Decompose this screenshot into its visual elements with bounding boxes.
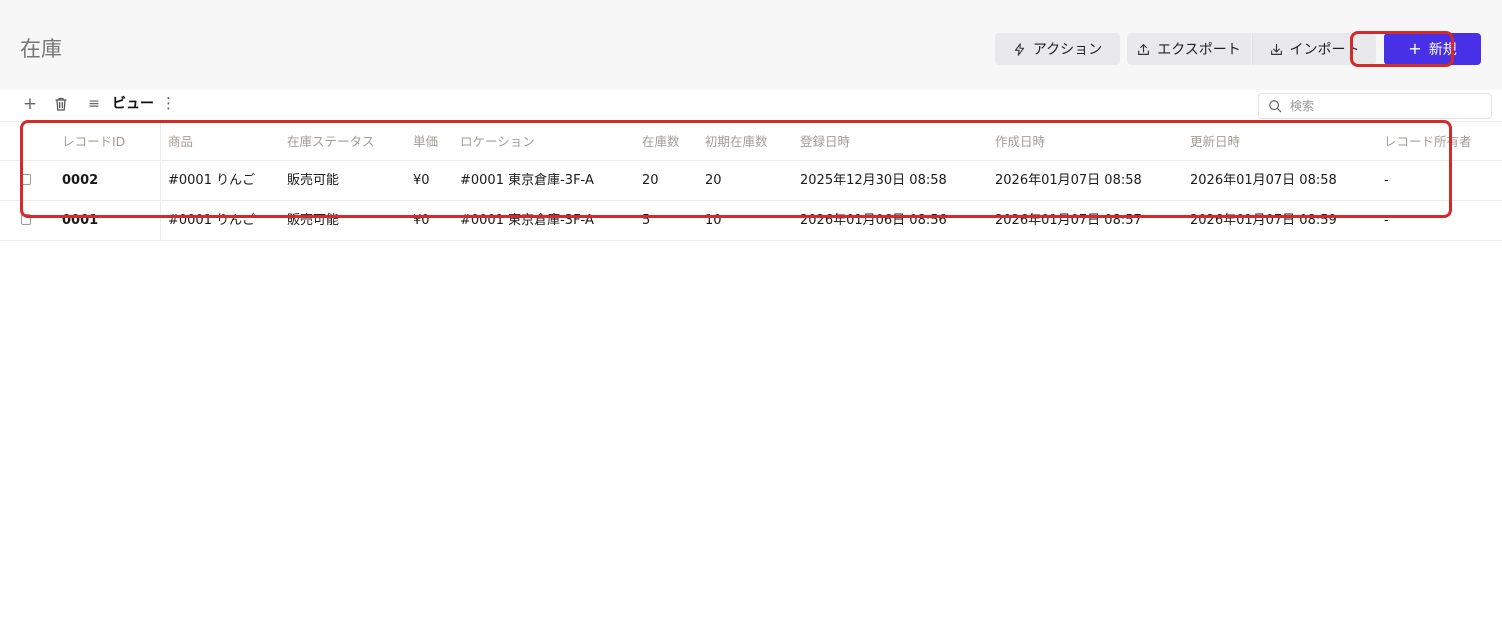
import-button[interactable]: インポート: [1252, 33, 1376, 65]
trash-icon[interactable]: [51, 94, 71, 114]
lightning-icon: [1014, 42, 1024, 56]
column-divider: [160, 122, 161, 162]
cell-updated-at: 2026年01月07日 08:58: [1190, 173, 1337, 188]
cell-product[interactable]: #0001 りんご: [168, 201, 255, 241]
column-header-price[interactable]: 単価: [413, 122, 438, 162]
action-button[interactable]: アクション: [995, 33, 1120, 65]
cell-registered-at: 2025年12月30日 08:58: [800, 173, 947, 188]
search-input[interactable]: [1290, 99, 1480, 113]
table-row[interactable]: 0001 #0001 りんご 販売可能 ¥0 #0001 東京倉庫-3F-A 5…: [0, 201, 1502, 241]
column-header-stock[interactable]: 在庫数: [642, 122, 680, 162]
column-header-product[interactable]: 商品: [168, 122, 193, 162]
page-header: 在庫 アクション エクスポート インポート + 新規: [0, 0, 1502, 90]
table-row[interactable]: 0002 #0001 りんご 販売可能 ¥0 #0001 東京倉庫-3F-A 2…: [0, 161, 1502, 201]
list-icon[interactable]: ≡: [84, 94, 104, 114]
view-toolbar: + ≡ ビュー ⋮: [0, 90, 1502, 122]
search-box[interactable]: [1258, 93, 1492, 119]
cell-created-at: 2026年01月07日 08:57: [995, 213, 1142, 228]
search-icon: [1269, 100, 1282, 113]
column-header-record-id[interactable]: レコードID: [62, 122, 125, 162]
column-divider: [160, 201, 161, 241]
cell-owner: -: [1384, 213, 1389, 228]
cell-status: 販売可能: [287, 173, 340, 188]
column-divider: [160, 161, 161, 201]
row-checkbox[interactable]: [21, 174, 31, 185]
cell-created-at: 2026年01月07日 08:58: [995, 173, 1142, 188]
column-header-status[interactable]: 在庫ステータス: [287, 122, 375, 162]
column-header-initial-stock[interactable]: 初期在庫数: [705, 122, 768, 162]
cell-updated-at: 2026年01月07日 08:59: [1190, 213, 1337, 228]
column-header-owner[interactable]: レコード所有者: [1384, 122, 1472, 162]
export-button[interactable]: エクスポート: [1127, 33, 1251, 65]
cell-record-id[interactable]: 0001: [62, 201, 98, 241]
upload-icon: [1138, 43, 1150, 55]
download-icon: [1270, 43, 1282, 55]
cell-status: 販売可能: [287, 213, 340, 228]
import-button-label: インポート: [1289, 42, 1360, 58]
cell-location[interactable]: #0001 東京倉庫-3F-A: [460, 161, 594, 201]
plus-icon: +: [1408, 39, 1422, 58]
cell-registered-at: 2026年01月06日 08:56: [800, 213, 947, 228]
column-header-location[interactable]: ロケーション: [460, 122, 535, 162]
cell-initial-stock: 10: [705, 213, 722, 228]
page-title: 在庫: [20, 37, 62, 61]
inventory-table: レコードID 商品 在庫ステータス 単価 ロケーション 在庫数 初期在庫数 登録…: [0, 121, 1502, 241]
export-button-label: エクスポート: [1157, 42, 1241, 58]
cell-stock: 5: [642, 213, 651, 228]
cell-record-id[interactable]: 0002: [62, 161, 98, 201]
action-button-label: アクション: [1032, 42, 1103, 58]
new-button[interactable]: + 新規: [1384, 33, 1481, 65]
column-header-updated-at[interactable]: 更新日時: [1190, 122, 1240, 162]
column-header-registered-at[interactable]: 登録日時: [800, 122, 850, 162]
cell-price: ¥0: [413, 213, 430, 228]
cell-price: ¥0: [413, 173, 430, 188]
column-header-created-at[interactable]: 作成日時: [995, 122, 1045, 162]
cell-location[interactable]: #0001 東京倉庫-3F-A: [460, 201, 594, 241]
table-header-row: レコードID 商品 在庫ステータス 単価 ロケーション 在庫数 初期在庫数 登録…: [0, 121, 1502, 162]
cell-product[interactable]: #0001 りんご: [168, 161, 255, 201]
kebab-icon[interactable]: ⋮: [161, 94, 176, 112]
cell-initial-stock: 20: [705, 173, 722, 188]
cell-stock: 20: [642, 173, 659, 188]
row-checkbox[interactable]: [21, 214, 31, 225]
cell-owner: -: [1384, 173, 1389, 188]
tab-view[interactable]: ビュー: [112, 93, 154, 122]
new-button-label: 新規: [1428, 42, 1457, 58]
add-view-icon[interactable]: +: [20, 94, 40, 114]
